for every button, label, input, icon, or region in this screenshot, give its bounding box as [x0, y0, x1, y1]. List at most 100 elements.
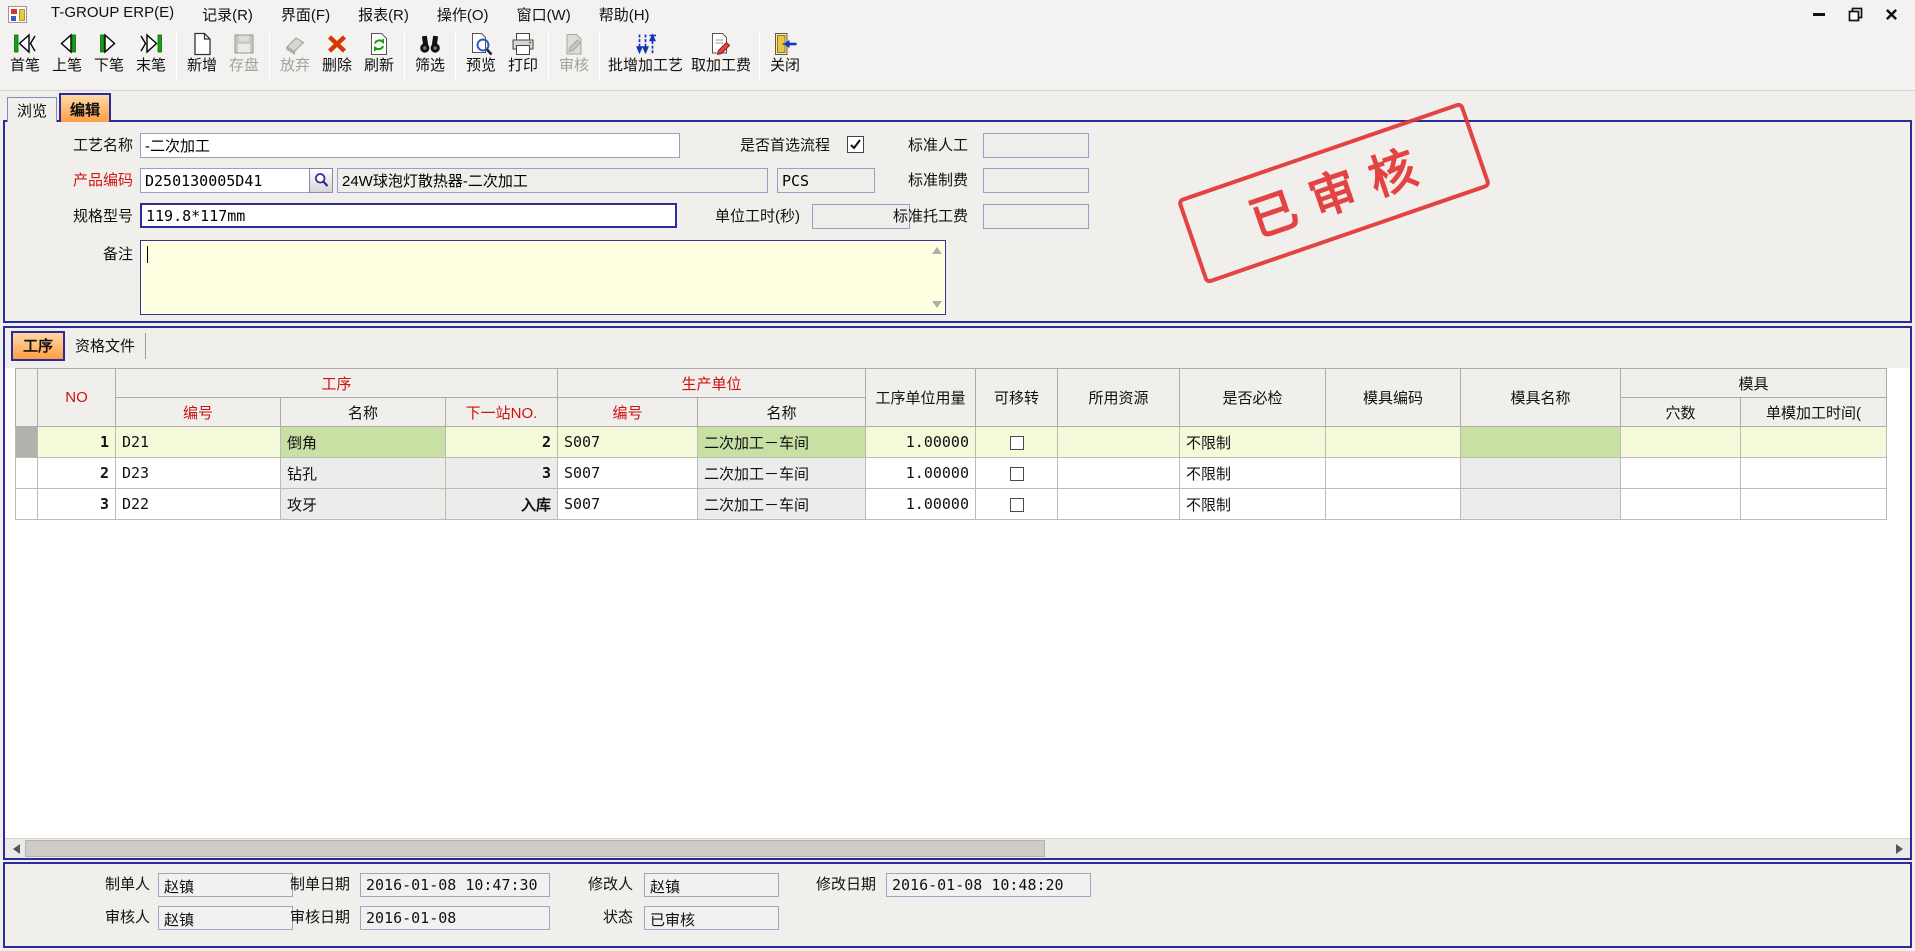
horizontal-scrollbar[interactable] [5, 838, 1910, 858]
menu-item-6[interactable]: 帮助(H) [585, 2, 664, 27]
spec-input[interactable] [140, 203, 677, 228]
cell-no[interactable]: 2 [38, 458, 116, 489]
cell-name[interactable]: 钻孔 [281, 458, 446, 489]
detail-tab-1[interactable]: 资格文件 [65, 333, 146, 359]
std-labor-label: 标准人工 [838, 133, 968, 158]
toolbar-button-delete[interactable]: 删除 [316, 30, 358, 74]
toolbar-label: 下笔 [94, 57, 124, 74]
cell-qty[interactable]: 1.00000 [866, 458, 976, 489]
cell-resource[interactable] [1058, 427, 1180, 458]
toolbar-button-preview[interactable]: 预览 [460, 30, 502, 74]
checkbox-icon[interactable] [1010, 436, 1024, 450]
cell-must_check[interactable]: 不限制 [1180, 427, 1326, 458]
toolbar-button-next[interactable]: 下笔 [88, 30, 130, 74]
scrollbar-thumb[interactable] [25, 840, 1045, 857]
cell-movable[interactable] [976, 489, 1058, 520]
table-row[interactable]: 2D23钻孔3S007二次加工－车间1.00000 不限制 [16, 458, 1887, 489]
process-name-input[interactable] [140, 133, 680, 158]
col-must-check: 是否必检 [1180, 369, 1326, 427]
detail-tab-0[interactable]: 工序 [11, 331, 65, 361]
col-mold-code: 模具编码 [1326, 369, 1461, 427]
menu-item-5[interactable]: 窗口(W) [503, 2, 585, 27]
cell-next[interactable]: 入库 [446, 489, 558, 520]
cell-cavity[interactable] [1621, 427, 1741, 458]
close-icon[interactable] [1883, 7, 1899, 21]
scroll-left-icon[interactable] [7, 839, 25, 858]
cell-qty[interactable]: 1.00000 [866, 427, 976, 458]
toolbar-button-exit[interactable]: 关闭 [764, 30, 806, 74]
first-icon [12, 31, 38, 57]
cell-movable[interactable] [976, 458, 1058, 489]
unit-hours-label: 单位工时(秒) [670, 204, 800, 229]
menu-item-0[interactable]: T-GROUP ERP(E) [37, 2, 188, 27]
cell-unit_name[interactable]: 二次加工－车间 [698, 458, 866, 489]
cell-mold_time[interactable] [1741, 458, 1887, 489]
cell-code[interactable]: D23 [116, 458, 281, 489]
menu-item-4[interactable]: 操作(O) [423, 2, 503, 27]
cell-resource[interactable] [1058, 458, 1180, 489]
menu-item-1[interactable]: 记录(R) [188, 2, 267, 27]
menu-item-2[interactable]: 界面(F) [267, 2, 344, 27]
toolbar-button-print[interactable]: 打印 [502, 30, 544, 74]
product-code-input[interactable] [140, 168, 310, 193]
toolbar-button-filter[interactable]: 筛选 [409, 30, 451, 74]
toolbar-button-fee[interactable]: 取加工费 [687, 30, 755, 74]
cell-unit_code[interactable]: S007 [558, 489, 698, 520]
cell-unit_code[interactable]: S007 [558, 458, 698, 489]
toolbar-button-first[interactable]: 首笔 [4, 30, 46, 74]
cell-movable[interactable] [976, 427, 1058, 458]
cell-no[interactable]: 3 [38, 489, 116, 520]
toolbar-button-refresh[interactable]: 刷新 [358, 30, 400, 74]
cell-unit_name[interactable]: 二次加工－车间 [698, 489, 866, 520]
main-tab-0[interactable]: 浏览 [7, 97, 57, 122]
cell-resource[interactable] [1058, 489, 1180, 520]
cell-mold_code[interactable] [1326, 489, 1461, 520]
table-header: NO工序生产单位工序单位用量可移转所用资源是否必检模具编码模具名称模具编号名称下… [16, 369, 1887, 427]
cell-code[interactable]: D22 [116, 489, 281, 520]
main-tab-1[interactable]: 编辑 [59, 93, 111, 122]
scroll-down-icon[interactable] [932, 301, 942, 308]
cell-code[interactable]: D21 [116, 427, 281, 458]
toolbar-button-new[interactable]: 新增 [181, 30, 223, 74]
cell-next[interactable]: 2 [446, 427, 558, 458]
toolbar-button-last[interactable]: 末笔 [130, 30, 172, 74]
cell-mold_name[interactable] [1461, 458, 1621, 489]
cell-mold_name[interactable] [1461, 427, 1621, 458]
product-lookup-button[interactable] [309, 168, 333, 193]
restore-icon[interactable] [1847, 7, 1863, 21]
cell-qty[interactable]: 1.00000 [866, 489, 976, 520]
scroll-up-icon[interactable] [932, 247, 942, 254]
cell-name[interactable]: 倒角 [281, 427, 446, 458]
cell-mold_name[interactable] [1461, 489, 1621, 520]
cell-must_check[interactable]: 不限制 [1180, 458, 1326, 489]
toolbar-button-batch[interactable]: 批增加工艺 [604, 30, 687, 74]
cell-must_check[interactable]: 不限制 [1180, 489, 1326, 520]
cell-unit_name[interactable]: 二次加工－车间 [698, 427, 866, 458]
table-row[interactable]: 3D22攻牙入库S007二次加工－车间1.00000 不限制 [16, 489, 1887, 520]
cell-cavity[interactable] [1621, 489, 1741, 520]
checkbox-icon[interactable] [1010, 498, 1024, 512]
toolbar-label: 新增 [187, 57, 217, 74]
table-row[interactable]: 1D21倒角2S007二次加工－车间1.00000 不限制 [16, 427, 1887, 458]
checkbox-icon[interactable] [1010, 467, 1024, 481]
menu-item-3[interactable]: 报表(R) [344, 2, 423, 27]
cell-mold_code[interactable] [1326, 458, 1461, 489]
toolbar-separator [599, 32, 600, 82]
cell-unit_code[interactable]: S007 [558, 427, 698, 458]
toolbar-label: 删除 [322, 57, 352, 74]
cell-next[interactable]: 3 [446, 458, 558, 489]
toolbar-label: 刷新 [364, 57, 394, 74]
cell-cavity[interactable] [1621, 458, 1741, 489]
cell-no[interactable]: 1 [38, 427, 116, 458]
remark-textarea[interactable] [140, 240, 946, 315]
cell-name[interactable]: 攻牙 [281, 489, 446, 520]
cell-mold_time[interactable] [1741, 489, 1887, 520]
cell-mold_code[interactable] [1326, 427, 1461, 458]
std-labor-input [983, 133, 1089, 158]
toolbar-label: 存盘 [229, 57, 259, 74]
toolbar-button-prev[interactable]: 上笔 [46, 30, 88, 74]
cell-mold_time[interactable] [1741, 427, 1887, 458]
minimize-icon[interactable] [1811, 7, 1827, 21]
status-field: 已审核 [644, 906, 779, 930]
scroll-right-icon[interactable] [1890, 839, 1908, 858]
